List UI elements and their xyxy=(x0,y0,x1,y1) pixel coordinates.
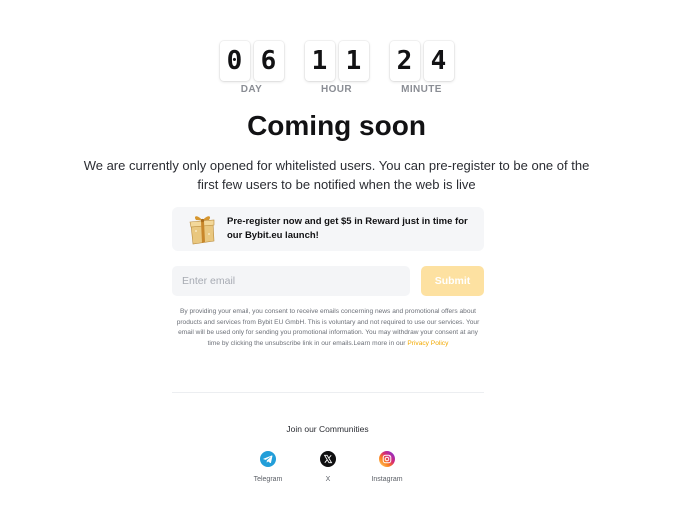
countdown-label-minute: MINUTE xyxy=(401,84,442,95)
email-input[interactable] xyxy=(172,266,410,296)
page-subtitle: We are currently only opened for whiteli… xyxy=(83,158,590,192)
countdown-digit: 6 xyxy=(253,41,284,81)
x-icon xyxy=(320,451,336,467)
social-link-instagram[interactable]: Instagram xyxy=(357,451,417,483)
social-link-x[interactable]: X xyxy=(298,451,358,483)
consent-disclaimer: By providing your email, you consent to … xyxy=(172,307,484,349)
countdown-digit: 4 xyxy=(423,41,454,81)
countdown-digit: 1 xyxy=(304,41,335,81)
community-title: Join our Communities xyxy=(286,424,369,434)
countdown-hours: 1 1 HOUR xyxy=(304,41,369,95)
countdown-digit: 1 xyxy=(338,41,369,81)
countdown-digit: 2 xyxy=(389,41,420,81)
countdown-minutes: 2 4 MINUTE xyxy=(389,41,454,95)
instagram-icon xyxy=(379,451,395,467)
promo-text: Pre-register now and get $5 in Reward ju… xyxy=(227,216,468,241)
countdown-label-day: DAY xyxy=(240,84,263,95)
telegram-icon xyxy=(260,451,276,467)
social-link-telegram[interactable]: Telegram xyxy=(238,451,298,483)
countdown-label-hour: HOUR xyxy=(320,84,353,95)
social-label-instagram: Instagram xyxy=(371,476,403,483)
submit-button[interactable]: Submit xyxy=(421,266,484,296)
social-label-telegram: Telegram xyxy=(253,476,283,483)
countdown-digit: 0 xyxy=(219,41,250,81)
social-label-x: X xyxy=(325,476,331,483)
promo-banner: Pre-register now and get $5 in Reward ju… xyxy=(172,207,484,251)
countdown-timer: 0 6 DAY 1 1 HOUR 2 4 MINUTE xyxy=(0,41,673,95)
privacy-policy-link[interactable]: Privacy Policy xyxy=(407,340,448,347)
gift-icon xyxy=(189,216,215,245)
page-title: Coming soon xyxy=(247,110,426,141)
divider xyxy=(172,392,484,393)
countdown-days: 0 6 DAY xyxy=(219,41,284,95)
